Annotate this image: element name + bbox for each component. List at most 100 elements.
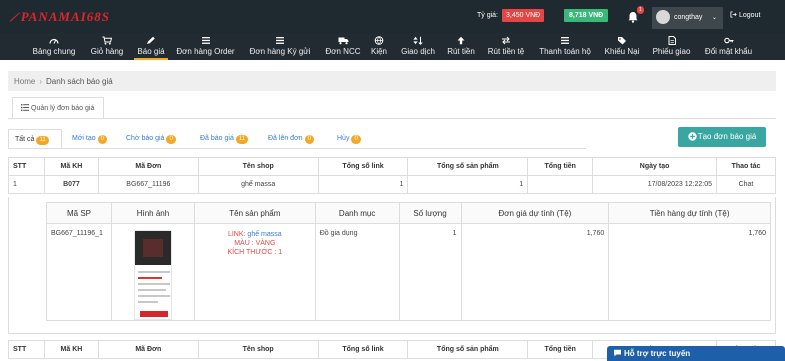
support-chat-widget[interactable]: Hỗ trợ trực tuyến	[607, 346, 785, 361]
table-header-row: STT Mã KH Mã Đơn Tên shop Tổng số link T…	[8, 157, 776, 176]
table-row: 1 B077 BG667_11196 ghế massa 1 1 17/08/2…	[8, 175, 776, 194]
cell-ma-kh: B077	[43, 175, 99, 194]
brand-logo[interactable]: ⟋ PANAMAI68S	[10, 9, 110, 25]
nav-item-5[interactable]: Đơn hàng Ký gửi	[245, 33, 315, 60]
nav-item-6[interactable]: Đơn NCC	[323, 33, 363, 60]
product-image[interactable]	[133, 230, 172, 320]
nav-label: Đơn hàng Ký gửi	[249, 47, 311, 56]
sort-icon	[397, 36, 439, 46]
main-nav: Bảng chung Giỏ hàng Báo giá Đơn hàng Order Đ…	[0, 33, 785, 60]
breadcrumb: Home › Danh sách báo giá	[8, 71, 776, 91]
filter-count-badge: 11	[36, 136, 49, 145]
filter-tab-1[interactable]: Tất cả 11	[8, 129, 62, 149]
nav-item-9[interactable]: Rút tiền	[444, 33, 478, 60]
cell-hinh-anh	[110, 223, 195, 321]
cell-ma-don-link[interactable]: BG667_11196	[97, 175, 199, 194]
nav-item-11[interactable]: Thanh toán hộ	[535, 33, 595, 60]
chat-link[interactable]: Chat	[716, 175, 776, 194]
cell-tong-so-link: 1	[317, 175, 409, 194]
col-tien-hang: Tiền hàng dự tính (Tệ)	[608, 202, 771, 224]
breadcrumb-separator: ›	[39, 77, 43, 86]
arrow-up-icon	[444, 36, 478, 46]
col-tong-so-san-pham: Tổng số sản phẩm	[407, 157, 529, 176]
tag-icon	[602, 36, 642, 46]
col-ma-kh: Mã KH	[43, 157, 99, 176]
cell-ngay-tao: 17/08/2023 12:22:05	[592, 175, 717, 194]
filter-tab-label: Tất cả	[15, 136, 35, 143]
col-tong-tien: Tổng tiền	[527, 340, 594, 359]
col-ngay-tao: Ngày tạo	[592, 157, 717, 176]
nav-label: Bảng chung	[32, 47, 76, 56]
cell-ma-sp: BG667_11196_1	[46, 223, 112, 321]
product-link[interactable]: ghế massa	[247, 231, 281, 238]
filter-tab-3[interactable]: Chờ báo giá 0	[120, 129, 190, 149]
nav-label: Báo giá	[137, 47, 165, 56]
key-icon	[700, 36, 757, 46]
nav-item-1[interactable]: Bảng chung	[30, 33, 78, 60]
detail-table: Mã SP Hình ảnh Tên sản phẩm Danh mục Số …	[46, 202, 771, 321]
col-hinh-anh: Hình ảnh	[110, 202, 195, 224]
logout-link[interactable]: Logout	[730, 11, 760, 19]
filter-tab-label: Mới tạo	[72, 135, 96, 142]
nav-label: Rút tiền tệ	[487, 47, 525, 56]
filter-count-badge: 0	[351, 135, 361, 144]
col-ten-shop: Tên shop	[197, 340, 319, 359]
wallet-balance-badge[interactable]: 8,718 VNĐ	[564, 9, 609, 22]
list-icon	[21, 104, 29, 111]
col-ten-shop: Tên shop	[197, 157, 319, 176]
quote-table: STT Mã KH Mã Đơn Tên shop Tổng số link T…	[8, 157, 776, 194]
user-menu[interactable]: congthay ⌄	[652, 7, 723, 29]
nav-item-13[interactable]: Phiếu giao	[649, 33, 694, 60]
exchange-rate-label: Tỷ giá:	[477, 12, 499, 19]
product-size: KÍCH THƯỚC : 1	[227, 249, 283, 256]
detail-header-row: Mã SP Hình ảnh Tên sản phẩm Danh mục Số …	[46, 202, 771, 224]
nav-item-4[interactable]: Đơn hàng Order	[173, 33, 238, 60]
dashboard-icon	[30, 36, 78, 46]
plus-circle-icon	[687, 132, 697, 141]
nav-item-10[interactable]: Rút tiền tệ	[483, 33, 529, 60]
nav-item-7[interactable]: Kiện	[368, 33, 390, 60]
filter-divider	[8, 148, 586, 149]
nav-label: Rút tiền	[447, 47, 475, 56]
col-ten-san-pham: Tên sản phẩm	[193, 202, 316, 224]
cell-ten-san-pham: LINK: ghế massa MÀU : VÀNG KÍCH THƯỚC : …	[193, 223, 316, 321]
nav-item-12[interactable]: Khiếu Nại	[602, 33, 642, 60]
nav-item-2[interactable]: Giỏ hàng	[87, 33, 127, 60]
nav-item-3[interactable]: Báo giá	[134, 33, 168, 60]
col-stt: STT	[8, 157, 45, 176]
notification-count-badge: 1	[637, 6, 644, 14]
section-divider	[8, 118, 776, 119]
nav-label: Phiếu giao	[652, 47, 691, 56]
file-icon	[649, 36, 694, 46]
cell-danh-muc: Đồ gia dụng	[314, 223, 400, 321]
filter-count-badge: 0	[304, 135, 314, 144]
username-label: congthay	[674, 14, 703, 21]
filter-tab-6[interactable]: Hủy 0	[331, 129, 371, 149]
breadcrumb-current: Danh sách báo giá	[46, 77, 113, 86]
nav-label: Giao dịch	[401, 47, 435, 56]
cell-tong-tien	[527, 175, 594, 194]
cell-so-luong: 1	[398, 223, 462, 321]
nav-label: Khiếu Nại	[604, 47, 640, 56]
exchange-rate-badge: 3,450 VNĐ	[502, 9, 545, 22]
create-quote-button[interactable]: Tạo đơn báo giá	[678, 127, 766, 147]
cell-ten-shop-link[interactable]: ghế massa	[197, 175, 319, 194]
nav-item-8[interactable]: Giao dịch	[397, 33, 439, 60]
nav-item-14[interactable]: Đổi mật khẩu	[700, 33, 757, 60]
col-so-luong: Số lượng	[398, 202, 462, 224]
nav-label: Giỏ hàng	[90, 47, 124, 56]
breadcrumb-home[interactable]: Home	[14, 77, 35, 86]
avatar	[656, 10, 670, 24]
filter-tab-label: Đã báo giá	[200, 135, 234, 142]
col-danh-muc: Danh mục	[314, 202, 400, 224]
filter-count-badge: 0	[166, 135, 176, 144]
filter-tab-label: Hủy	[337, 135, 350, 142]
filter-tab-2[interactable]: Mới tạo 0	[66, 129, 116, 149]
globe-icon	[368, 36, 390, 46]
nav-label: Thanh toán hộ	[539, 47, 591, 56]
cart-icon	[87, 36, 127, 46]
section-tab-quote-management[interactable]: Quản lý đơn báo giá	[12, 97, 104, 119]
exchange-icon	[483, 36, 529, 46]
filter-tab-5[interactable]: Đã lên đơn 0	[262, 129, 327, 149]
filter-tab-4[interactable]: Đã báo giá 11	[194, 129, 258, 149]
